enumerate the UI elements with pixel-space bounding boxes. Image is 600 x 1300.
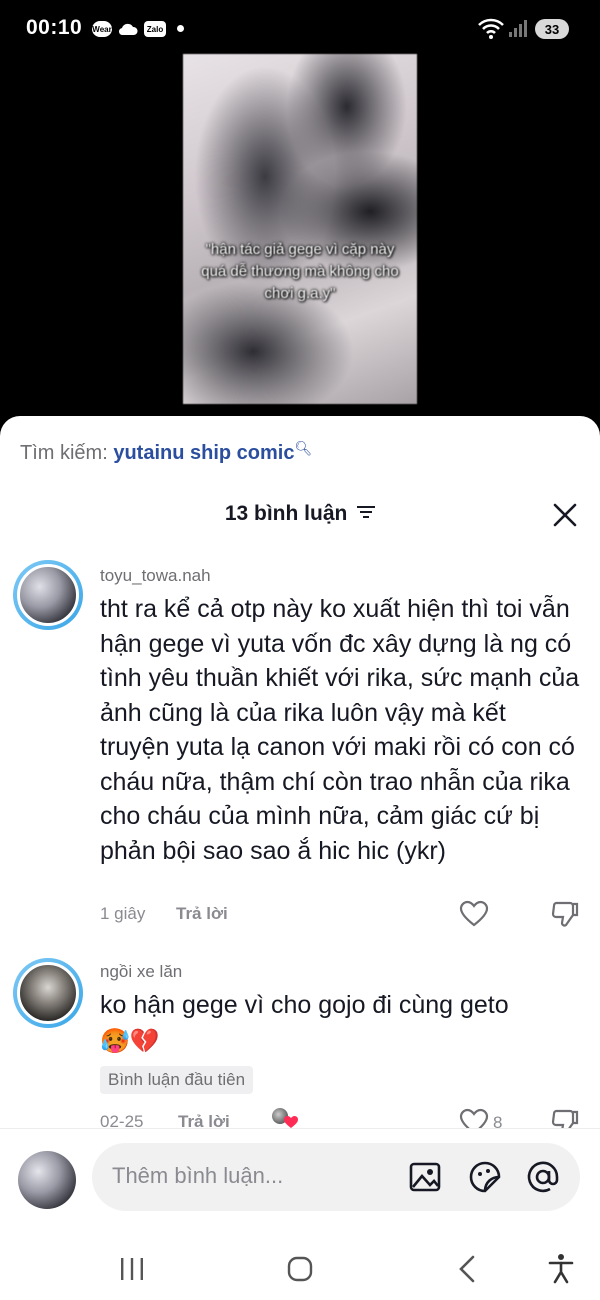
notification-dot-icon [177,25,184,32]
home-icon[interactable] [280,1249,320,1289]
sticker-icon[interactable] [468,1160,502,1194]
accessibility-icon[interactable] [541,1249,581,1289]
search-prefix: Tìm kiếm: [20,442,108,464]
status-bar: 00:10 Wear Zalo 33 [0,0,600,58]
back-icon[interactable] [448,1249,488,1289]
zalo-icon: Zalo [144,21,166,37]
battery-indicator: 33 [535,19,569,39]
avatar[interactable] [13,560,83,630]
wifi-icon [478,18,504,39]
image-icon[interactable] [408,1160,442,1194]
close-icon[interactable] [552,502,578,528]
android-nav-bar [0,1241,600,1300]
comment-composer: Thêm bình luận... [0,1128,600,1300]
comment-emojis: 🥵💔 [100,1027,160,1055]
mention-icon[interactable] [526,1160,560,1194]
first-comment-badge: Bình luận đầu tiên [100,1066,254,1094]
comment-time: 1 giây [100,904,146,923]
reply-button[interactable]: Trả lời [176,904,228,924]
search-icon: 🔍︎ [294,440,313,456]
comments-sheet: Tìm kiếm: yutainu ship comic🔍︎ 13 bình l… [0,416,600,1300]
avatar[interactable] [13,958,83,1028]
comment-input-placeholder: Thêm bình luận... [112,1163,284,1188]
status-time: 00:10 [26,16,83,39]
search-suggestion[interactable]: Tìm kiếm: yutainu ship comic🔍︎ [20,440,313,465]
filter-icon[interactable] [357,505,376,519]
comment-username[interactable]: toyu_towa.nah [100,566,211,586]
video-caption: "hận tác giả gege vì cặp này quá dễ thươ… [201,241,399,302]
my-avatar[interactable] [18,1151,76,1209]
comment-text: ko hận gege vì cho gojo đi cùng geto [100,991,509,1019]
recent-apps-icon[interactable] [112,1249,152,1289]
comment-text: tht ra kể cả otp này ko xuất hiện thì to… [100,595,580,865]
comment-input[interactable]: Thêm bình luận... [92,1143,580,1211]
video-thumbnail[interactable]: "hận tác giả gege vì cặp này quá dễ thươ… [183,54,417,404]
comment-count: 13 bình luận [224,502,348,525]
comment-username[interactable]: ngồi xe lăn [100,962,182,982]
search-term[interactable]: yutainu ship comic [113,442,294,464]
dislike-icon[interactable] [550,900,580,928]
wear-icon: Wear [92,21,112,37]
comments-header: 13 bình luận [0,502,600,526]
video-player[interactable]: "hận tác giả gege vì cặp này quá dễ thươ… [0,54,600,418]
signal-icon [509,20,527,37]
cloud-icon [118,21,138,37]
heart-icon[interactable] [459,900,489,928]
